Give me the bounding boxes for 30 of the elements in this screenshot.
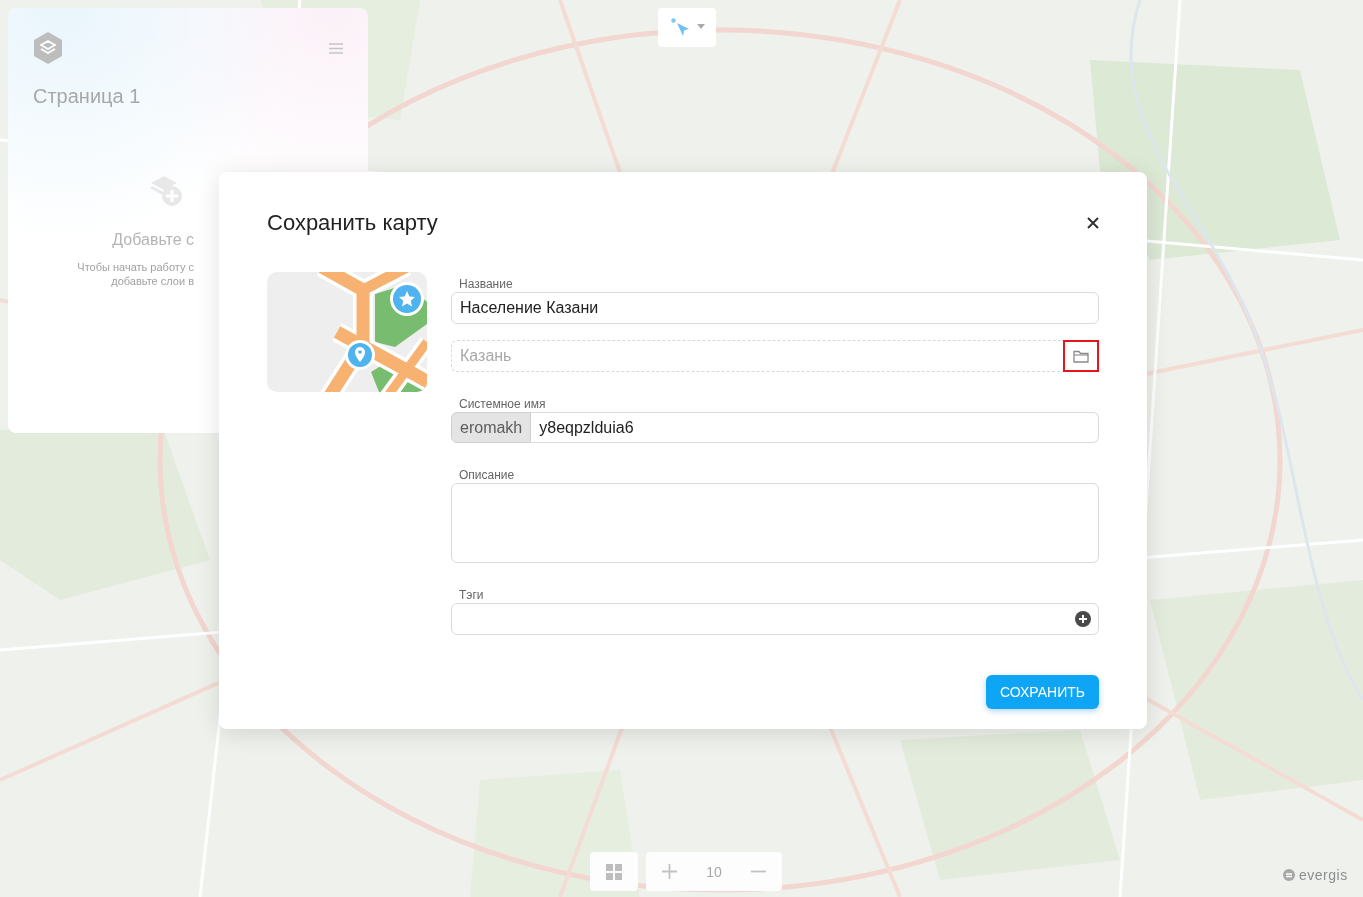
caret-icon [697, 24, 705, 29]
add-tag-icon[interactable] [1075, 611, 1091, 627]
close-button[interactable] [1085, 215, 1101, 231]
zoom-level: 10 [706, 863, 722, 880]
logo-icon [33, 32, 63, 64]
close-icon [1087, 217, 1099, 229]
description-field[interactable] [451, 483, 1099, 563]
menu-icon[interactable] [329, 42, 343, 54]
empty-state-title: Добавьте с [112, 230, 194, 250]
field-label: Название [458, 276, 513, 292]
tags-field[interactable] [451, 603, 1099, 635]
system-name-field[interactable]: y8eqpzlduia6 [531, 412, 1099, 443]
brand-logo: evergis [1299, 867, 1348, 883]
page-title: Страница 1 [33, 84, 141, 108]
plus-icon [662, 864, 677, 879]
field-label: Тэги [458, 587, 484, 603]
folder-field[interactable]: Казань [451, 340, 1063, 372]
grid-button[interactable] [590, 852, 638, 891]
grid-icon [606, 863, 622, 880]
prefix-label: eromakh [451, 412, 532, 443]
name-field[interactable]: Население Казани [451, 292, 1099, 324]
empty-state-hint: Чтобы начать работу с добавьте слои в [77, 260, 194, 288]
dialog-title: Сохранить карту [267, 210, 438, 236]
tool-selector-button[interactable] [658, 8, 716, 47]
folder-icon [1073, 349, 1089, 363]
field-label: Системное имя [458, 396, 546, 412]
field-label: Описание [458, 467, 515, 483]
logo-icon [1283, 869, 1295, 881]
folder-button[interactable] [1063, 340, 1099, 372]
cursor-icon [671, 18, 689, 37]
